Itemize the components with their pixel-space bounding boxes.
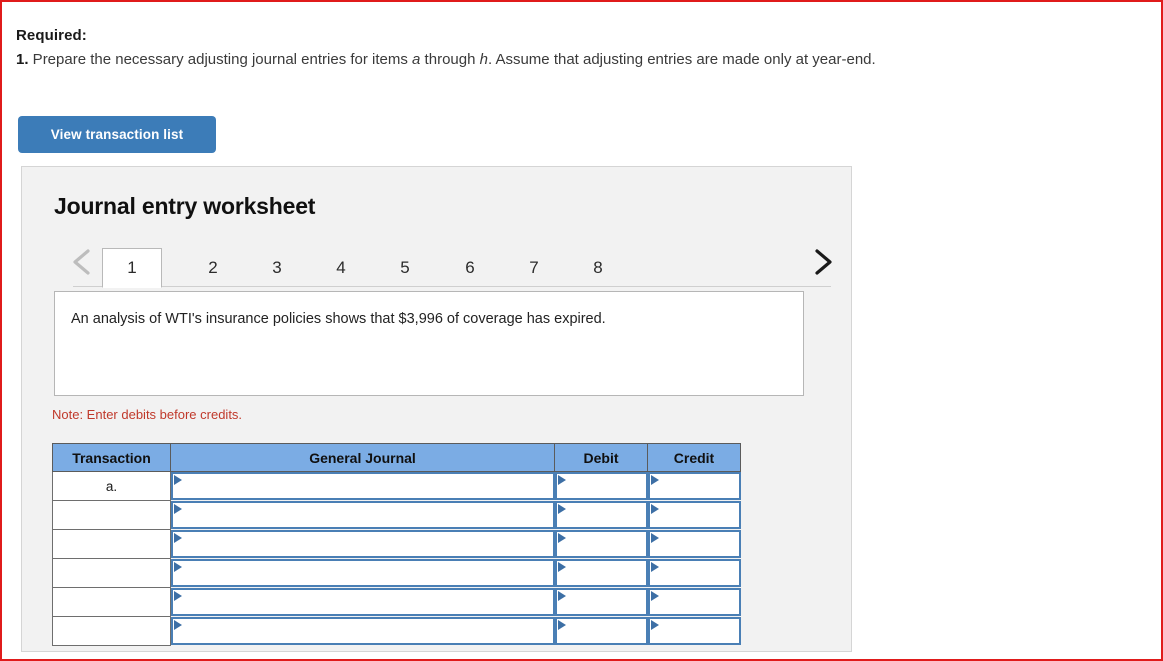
table-row: a. — [52, 471, 741, 501]
worksheet-tab-strip: 1 2 3 4 5 6 7 8 — [42, 235, 832, 288]
credit-input[interactable] — [647, 501, 741, 529]
debit-input[interactable] — [554, 472, 648, 501]
credit-cell — [647, 617, 741, 646]
journal-entry-worksheet-panel: Journal entry worksheet 1 2 3 4 5 6 7 8 — [21, 166, 852, 652]
dropdown-caret-icon — [174, 533, 182, 543]
dropdown-caret-icon — [557, 504, 566, 514]
credit-input[interactable] — [647, 588, 741, 616]
required-label: Required: — [16, 27, 87, 44]
required-text-part3: . Assume that adjusting entries are made… — [487, 51, 876, 68]
transaction-label-cell: a. — [52, 471, 171, 501]
dropdown-caret-icon — [174, 475, 182, 486]
column-header-credit: Credit — [647, 443, 741, 472]
chevron-right-icon[interactable] — [806, 244, 840, 280]
debit-cell — [554, 530, 648, 559]
general-journal-cell — [171, 501, 555, 530]
tab-7[interactable]: 7 — [504, 249, 564, 287]
transaction-label-cell — [52, 558, 171, 588]
general-journal-cell — [171, 588, 555, 617]
dropdown-caret-icon — [557, 475, 566, 486]
transaction-description-box: An analysis of WTI's insurance policies … — [54, 291, 804, 396]
page-bottom-strip — [2, 654, 1161, 659]
debit-input[interactable] — [554, 588, 648, 616]
general-journal-cell — [171, 559, 555, 588]
dropdown-caret-icon — [650, 562, 659, 572]
general-journal-select[interactable] — [171, 472, 555, 501]
debit-cell — [554, 472, 648, 501]
credit-input[interactable] — [647, 472, 741, 501]
dropdown-caret-icon — [557, 562, 566, 572]
general-journal-cell — [171, 472, 555, 501]
table-row — [52, 500, 741, 530]
debit-input[interactable] — [554, 501, 648, 529]
journal-entry-table: Transaction General Journal Debit Credit… — [52, 443, 741, 646]
table-row — [52, 558, 741, 588]
tab-8[interactable]: 8 — [568, 249, 628, 287]
credit-cell — [647, 501, 741, 530]
debit-cell — [554, 501, 648, 530]
credit-cell — [647, 588, 741, 617]
tab-3[interactable]: 3 — [247, 249, 307, 287]
tab-4[interactable]: 4 — [311, 249, 371, 287]
general-journal-select[interactable] — [171, 559, 555, 587]
credit-input[interactable] — [647, 559, 741, 587]
general-journal-select[interactable] — [171, 588, 555, 616]
transaction-label-cell — [52, 500, 171, 530]
dropdown-caret-icon — [650, 504, 659, 514]
dropdown-caret-icon — [557, 620, 566, 630]
debit-cell — [554, 588, 648, 617]
debits-before-credits-note: Note: Enter debits before credits. — [52, 407, 243, 422]
table-row — [52, 616, 741, 646]
transaction-label-cell — [52, 587, 171, 617]
general-journal-select[interactable] — [171, 617, 555, 645]
tab-2[interactable]: 2 — [183, 249, 243, 287]
required-italic-h: h — [479, 51, 488, 68]
dropdown-caret-icon — [174, 562, 182, 572]
tab-1[interactable]: 1 — [102, 248, 162, 288]
column-header-general-journal: General Journal — [170, 443, 555, 472]
general-journal-cell — [171, 617, 555, 646]
page-title: Journal entry worksheet — [54, 193, 316, 219]
credit-cell — [647, 472, 741, 501]
dropdown-caret-icon — [650, 475, 659, 486]
transaction-label-cell — [52, 529, 171, 559]
dropdown-caret-icon — [557, 533, 566, 543]
view-transaction-list-button[interactable]: View transaction list — [18, 116, 216, 153]
page-container: Required: 1. Prepare the necessary adjus… — [0, 0, 1163, 661]
column-header-transaction: Transaction — [52, 443, 171, 472]
dropdown-caret-icon — [557, 591, 566, 601]
table-header-row: Transaction General Journal Debit Credit — [52, 443, 741, 472]
credit-cell — [647, 530, 741, 559]
general-journal-cell — [171, 530, 555, 559]
credit-input[interactable] — [647, 530, 741, 558]
dropdown-caret-icon — [174, 504, 182, 514]
dropdown-caret-icon — [650, 533, 659, 543]
general-journal-select[interactable] — [171, 501, 555, 529]
debit-input[interactable] — [554, 530, 648, 558]
debit-cell — [554, 559, 648, 588]
general-journal-select[interactable] — [171, 530, 555, 558]
required-item-number: 1. — [16, 51, 29, 68]
debit-input[interactable] — [554, 559, 648, 587]
required-text-part1: Prepare the necessary adjusting journal … — [28, 51, 413, 68]
column-header-debit: Debit — [554, 443, 648, 472]
dropdown-caret-icon — [174, 620, 182, 630]
debit-cell — [554, 617, 648, 646]
credit-input[interactable] — [647, 617, 741, 645]
transaction-label-cell — [52, 616, 171, 646]
required-item-1: 1. Prepare the necessary adjusting journ… — [16, 49, 1151, 71]
required-text-part2: through — [420, 51, 480, 68]
credit-cell — [647, 559, 741, 588]
table-row — [52, 529, 741, 559]
dropdown-caret-icon — [174, 591, 182, 601]
tab-5[interactable]: 5 — [375, 249, 435, 287]
chevron-left-icon[interactable] — [66, 244, 100, 280]
debit-input[interactable] — [554, 617, 648, 645]
tab-6[interactable]: 6 — [440, 249, 500, 287]
dropdown-caret-icon — [650, 591, 659, 601]
dropdown-caret-icon — [650, 620, 659, 630]
table-row — [52, 587, 741, 617]
required-instructions: Required: 1. Prepare the necessary adjus… — [16, 26, 1151, 71]
